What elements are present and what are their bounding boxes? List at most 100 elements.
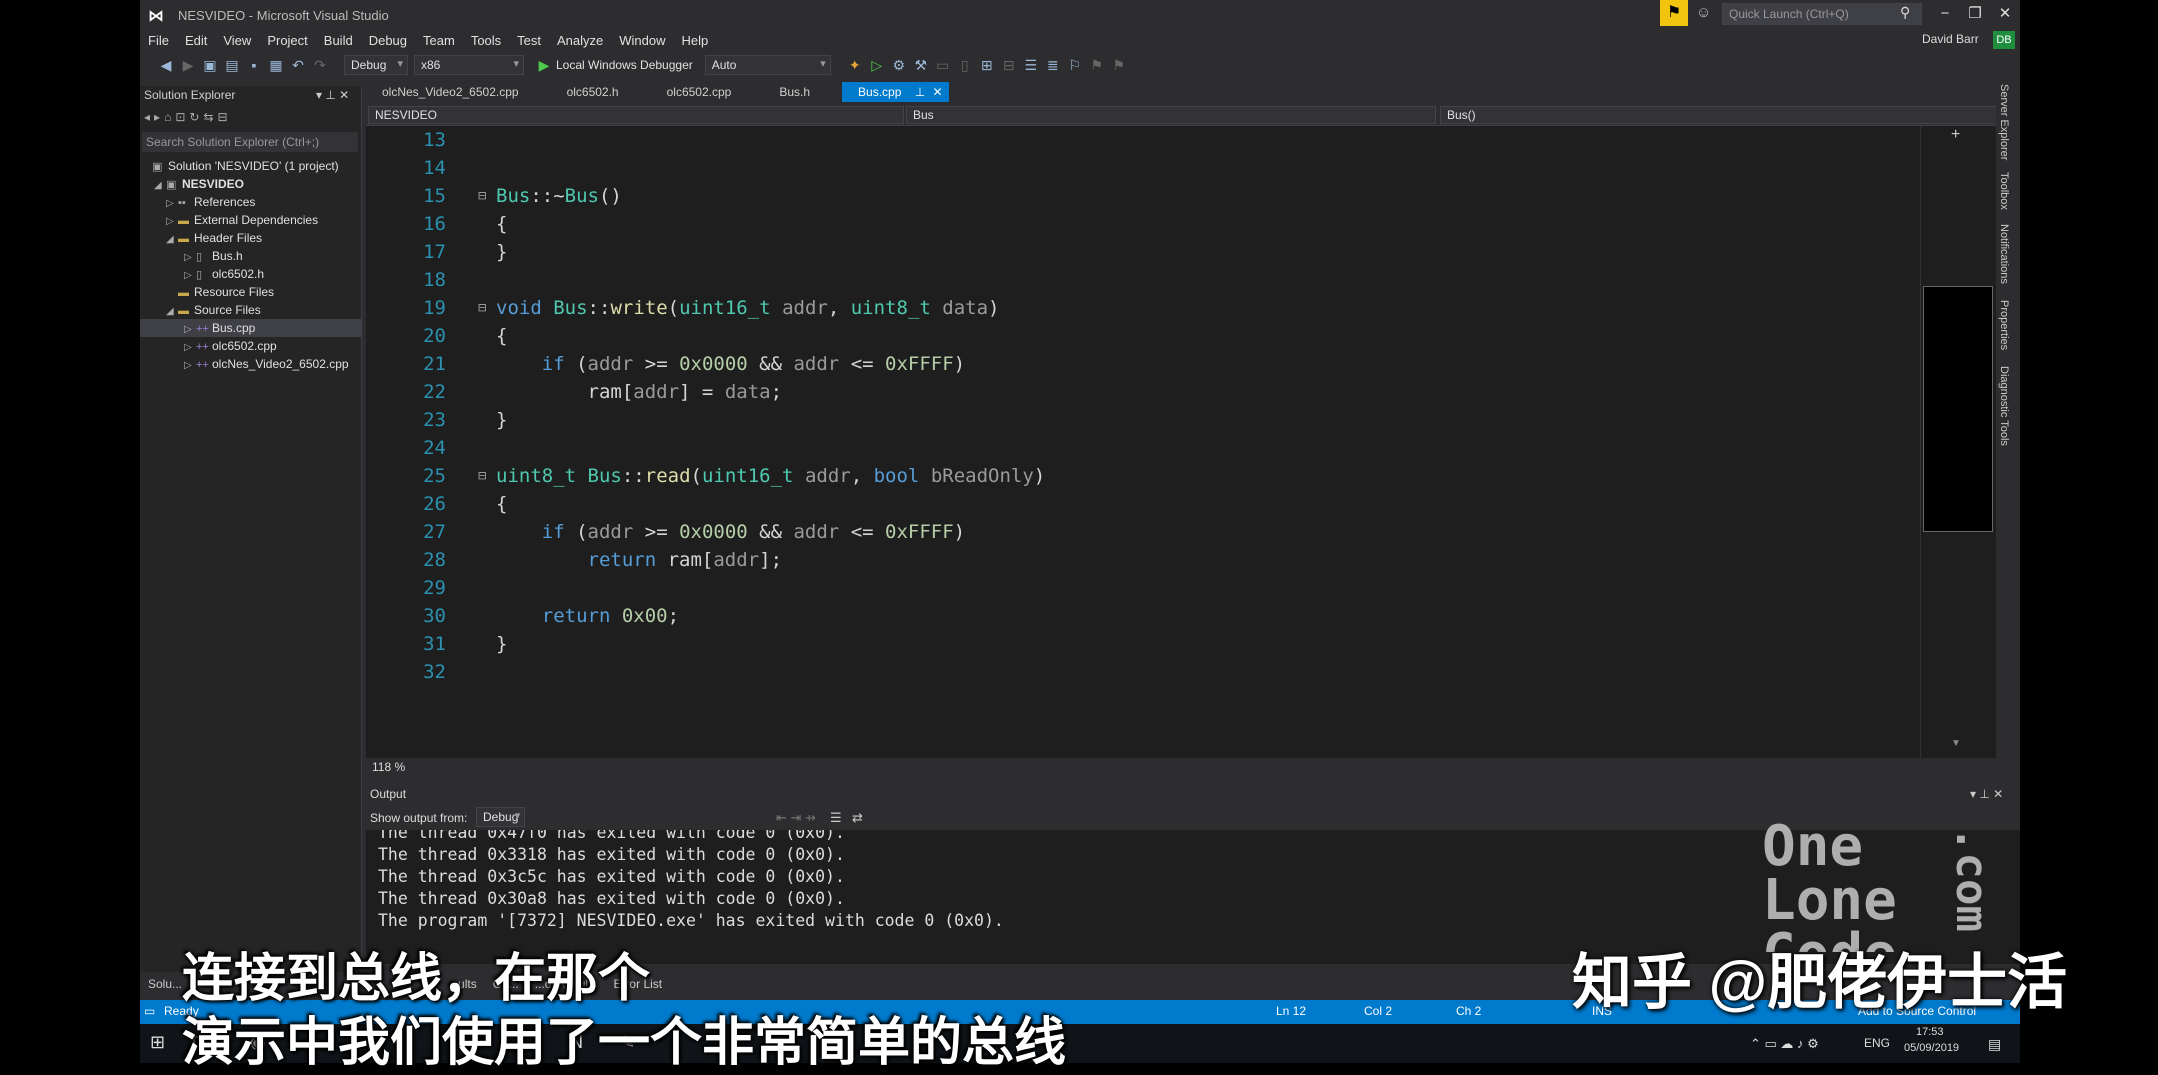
notification-flag-icon[interactable]: ⚑ xyxy=(1660,0,1688,26)
hot-reload-icon[interactable]: ⚙ xyxy=(889,57,909,74)
start-debug-icon[interactable]: ▶ xyxy=(534,57,554,74)
notifications-tab[interactable]: Notifications xyxy=(1998,224,2010,284)
solution-search-input[interactable]: Search Solution Explorer (Ctrl+;) xyxy=(142,132,358,152)
restore-icon[interactable]: ❐ xyxy=(1960,2,1990,26)
redo-icon[interactable]: ↷ xyxy=(310,57,330,74)
scroll-down-icon[interactable]: ▼ xyxy=(1951,738,1961,749)
code-editor[interactable]: 13 14 15 ⊟ Bus::~Bus() 16{ 17} 18 19 ⊟ void … xyxy=(366,126,1920,758)
minimap-scrollbar[interactable]: + ▼ xyxy=(1920,126,1996,758)
pin-icon[interactable]: ⊥ xyxy=(915,85,925,99)
collapse-icon[interactable]: ⊟ xyxy=(218,110,228,124)
menu-window[interactable]: Window xyxy=(611,30,673,52)
close-icon[interactable]: ✕ xyxy=(1990,2,2020,26)
home-icon[interactable]: ⌂ xyxy=(164,110,171,124)
debugger-button[interactable]: Local Windows Debugger xyxy=(556,58,693,72)
menu-analyze[interactable]: Analyze xyxy=(549,30,611,52)
action-center-icon[interactable]: ▤ xyxy=(1988,1036,2001,1053)
diagnostic-tools-tab[interactable]: Diagnostic Tools xyxy=(1998,366,2010,446)
tab-bus-cpp[interactable]: Bus.cpp ⊥ ✕ xyxy=(842,82,949,102)
tree-bus-h[interactable]: ▷ ▯ Bus.h xyxy=(140,247,362,265)
menu-edit[interactable]: Edit xyxy=(177,30,215,52)
config-select[interactable]: Debug xyxy=(344,55,408,75)
feedback-icon[interactable]: ☺ xyxy=(1696,4,1711,21)
tree-olcnes-cpp[interactable]: ▷ ++ olcNes_Video2_6502.cpp xyxy=(140,355,362,373)
menu-view[interactable]: View xyxy=(215,30,259,52)
clock-time[interactable]: 17:53 xyxy=(1916,1026,1944,1038)
windows-start-icon[interactable]: ⊞ xyxy=(150,1032,165,1053)
step-icon[interactable]: ▭ xyxy=(933,57,953,74)
tree-solution[interactable]: ▣ Solution 'NESVIDEO' (1 project) xyxy=(140,157,362,175)
clock-date[interactable]: 05/09/2019 xyxy=(1904,1042,1959,1054)
break-icon[interactable]: ▯ xyxy=(955,57,975,74)
menu-tools[interactable]: Tools xyxy=(463,30,509,52)
project-nav-select[interactable]: NESVIDEO xyxy=(368,106,904,124)
close-icon[interactable]: ✕ xyxy=(933,85,943,99)
collapse-icon[interactable]: ⊟ xyxy=(478,182,486,210)
format-icon[interactable]: ⊟ xyxy=(999,57,1019,74)
open-file-icon[interactable]: ▤ xyxy=(222,57,242,74)
tree-bus-cpp[interactable]: ▷ ++ Bus.cpp xyxy=(140,319,362,337)
word-wrap-icon[interactable]: ⇄ xyxy=(852,810,863,826)
platform-select[interactable]: x86 xyxy=(414,55,524,75)
forward-icon[interactable]: ▶ xyxy=(178,57,198,74)
minimize-icon[interactable]: − xyxy=(1930,2,1960,26)
align-icon[interactable]: ⊞ xyxy=(977,57,997,74)
find-message-icon[interactable]: ⇤ ⇥ ⇸ xyxy=(776,810,816,826)
input-language[interactable]: ENG xyxy=(1864,1036,1890,1050)
tree-external-deps[interactable]: ▷ ▬ External Dependencies xyxy=(140,211,362,229)
collapse-icon[interactable]: ⊟ xyxy=(478,462,486,490)
toolbox-tab[interactable]: Toolbox xyxy=(1998,172,2010,210)
menu-file[interactable]: File xyxy=(140,30,177,52)
server-explorer-tab[interactable]: Server Explorer xyxy=(1998,84,2010,160)
browser-link-icon[interactable]: ✦ xyxy=(845,57,865,74)
tree-source-files[interactable]: ◢ ▬ Source Files xyxy=(140,301,362,319)
menu-debug[interactable]: Debug xyxy=(361,30,415,52)
tree-references[interactable]: ▷ ▪▪ References xyxy=(140,193,362,211)
panel-controls-icon[interactable]: ▾ ⊥ ✕ xyxy=(1970,787,2003,801)
diagnostics-icon[interactable]: ⚒ xyxy=(911,57,931,74)
pin-icon[interactable]: ▾ ⊥ ✕ xyxy=(316,88,349,102)
prev-bookmark-icon[interactable]: ⚑ xyxy=(1087,57,1107,74)
user-avatar[interactable]: DB xyxy=(1993,31,2015,49)
start-without-debug-icon[interactable]: ▷ xyxy=(867,57,887,74)
member-nav-select[interactable]: Bus() xyxy=(1440,106,2014,124)
menu-test[interactable]: Test xyxy=(509,30,549,52)
undo-icon[interactable]: ↶ xyxy=(288,57,308,74)
tree-header-files[interactable]: ◢ ▬ Header Files xyxy=(140,229,362,247)
comment-icon[interactable]: ☰ xyxy=(1021,57,1041,74)
quick-launch-input[interactable]: Quick Launch (Ctrl+Q) xyxy=(1722,3,1922,25)
sync-icon[interactable]: ⇆ xyxy=(203,110,213,124)
split-icon[interactable]: + xyxy=(1951,126,1960,144)
minimap-viewport[interactable] xyxy=(1923,286,1993,532)
tab-bus-h[interactable]: Bus.h xyxy=(763,82,826,102)
save-icon[interactable]: ▪ xyxy=(244,57,264,73)
zoom-level[interactable]: 118 % xyxy=(372,760,405,774)
output-source-select[interactable]: Debug xyxy=(476,807,526,827)
bookmark-icon[interactable]: ⚐ xyxy=(1065,57,1085,74)
switch-views-icon[interactable]: ⊡ xyxy=(175,110,185,124)
menu-project[interactable]: Project xyxy=(259,30,315,52)
menu-help[interactable]: Help xyxy=(674,30,717,52)
menu-build[interactable]: Build xyxy=(316,30,361,52)
tab-olcnes-cpp[interactable]: olcNes_Video2_6502.cpp xyxy=(366,82,535,102)
menu-team[interactable]: Team xyxy=(415,30,463,52)
forward-icon[interactable]: ▸ xyxy=(154,110,160,124)
refresh-icon[interactable]: ↻ xyxy=(189,110,199,124)
scope-nav-select[interactable]: Bus xyxy=(906,106,1436,124)
system-tray-icons[interactable]: ⌃ ▭ ☁ ♪ ⚙ xyxy=(1750,1036,1819,1052)
next-bookmark-icon[interactable]: ⚑ xyxy=(1109,57,1129,74)
uncomment-icon[interactable]: ≣ xyxy=(1043,57,1063,74)
save-all-icon[interactable]: ▦ xyxy=(266,57,286,74)
tab-olc6502-cpp[interactable]: olc6502.cpp xyxy=(651,82,748,102)
tree-olc6502-cpp[interactable]: ▷ ++ olc6502.cpp xyxy=(140,337,362,355)
collapse-icon[interactable]: ⊟ xyxy=(478,294,486,322)
clear-all-icon[interactable]: ☰ xyxy=(830,810,842,826)
mode-select[interactable]: Auto xyxy=(704,55,831,75)
tab-olc6502-h[interactable]: olc6502.h xyxy=(551,82,635,102)
properties-tab[interactable]: Properties xyxy=(1998,300,2010,350)
back-icon[interactable]: ◂ xyxy=(144,110,150,124)
tree-resource-files[interactable]: ▬ Resource Files xyxy=(140,283,362,301)
back-icon[interactable]: ◀ xyxy=(156,57,176,74)
tree-project[interactable]: ◢ ▣ NESVIDEO xyxy=(140,175,362,193)
user-name[interactable]: David Barr xyxy=(1922,32,1979,46)
